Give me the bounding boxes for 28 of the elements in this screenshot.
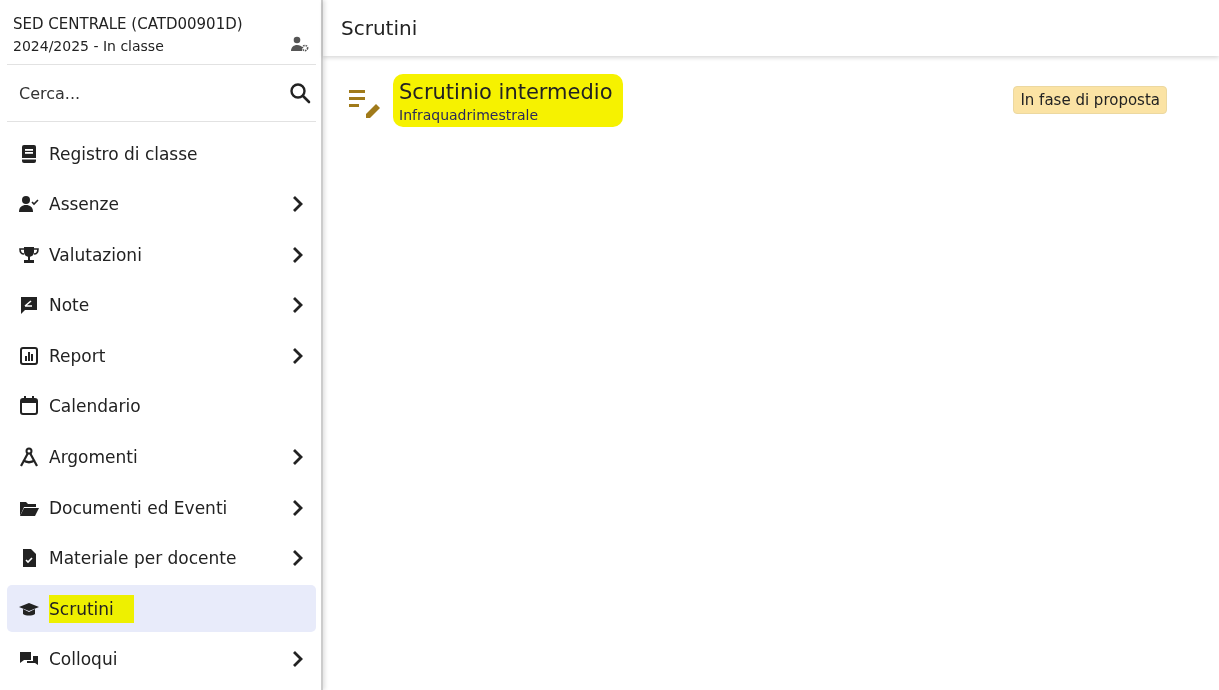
- page-title: Scrutini: [341, 16, 418, 40]
- menu-item[interactable]: Report: [7, 332, 316, 380]
- menu-item[interactable]: Valutazioni: [7, 231, 316, 279]
- menu-item[interactable]: Argomenti: [7, 433, 316, 481]
- menu-item[interactable]: Assenze: [7, 180, 316, 228]
- search-field[interactable]: Cerca...: [17, 77, 288, 109]
- calendar-icon: [19, 396, 39, 417]
- school-name: SED CENTRALE (CATD00901D): [13, 15, 243, 33]
- book-icon: [19, 143, 39, 164]
- scrutinio-entry[interactable]: Scrutinio intermedio Infraquadrimestrale: [393, 74, 623, 127]
- note-icon: [19, 295, 39, 316]
- chart-icon: [19, 345, 39, 366]
- user-settings-icon[interactable]: [290, 36, 310, 52]
- compass-icon: [19, 447, 39, 468]
- school-year: 2024/2025 - In classe: [13, 38, 165, 54]
- menu-item[interactable]: Documenti ed Eventi: [7, 484, 316, 532]
- user-check-icon: [19, 194, 39, 215]
- status-badge: In fase di proposta: [1013, 86, 1167, 114]
- trophy-icon: [19, 244, 39, 265]
- scrutinio-title: Scrutinio intermedio: [399, 80, 613, 104]
- menu-item[interactable]: Materiale per docente: [7, 534, 316, 582]
- scrutinio-subtitle: Infraquadrimestrale: [399, 107, 539, 123]
- menu-item[interactable]: Note: [7, 281, 316, 329]
- search-icon[interactable]: [288, 81, 312, 105]
- menu-item[interactable]: Scrutini: [7, 585, 316, 633]
- menu-item[interactable]: Registro di classe: [7, 130, 316, 177]
- menu-item[interactable]: Colloqui: [7, 635, 316, 683]
- menu-item[interactable]: Calendario: [7, 382, 316, 430]
